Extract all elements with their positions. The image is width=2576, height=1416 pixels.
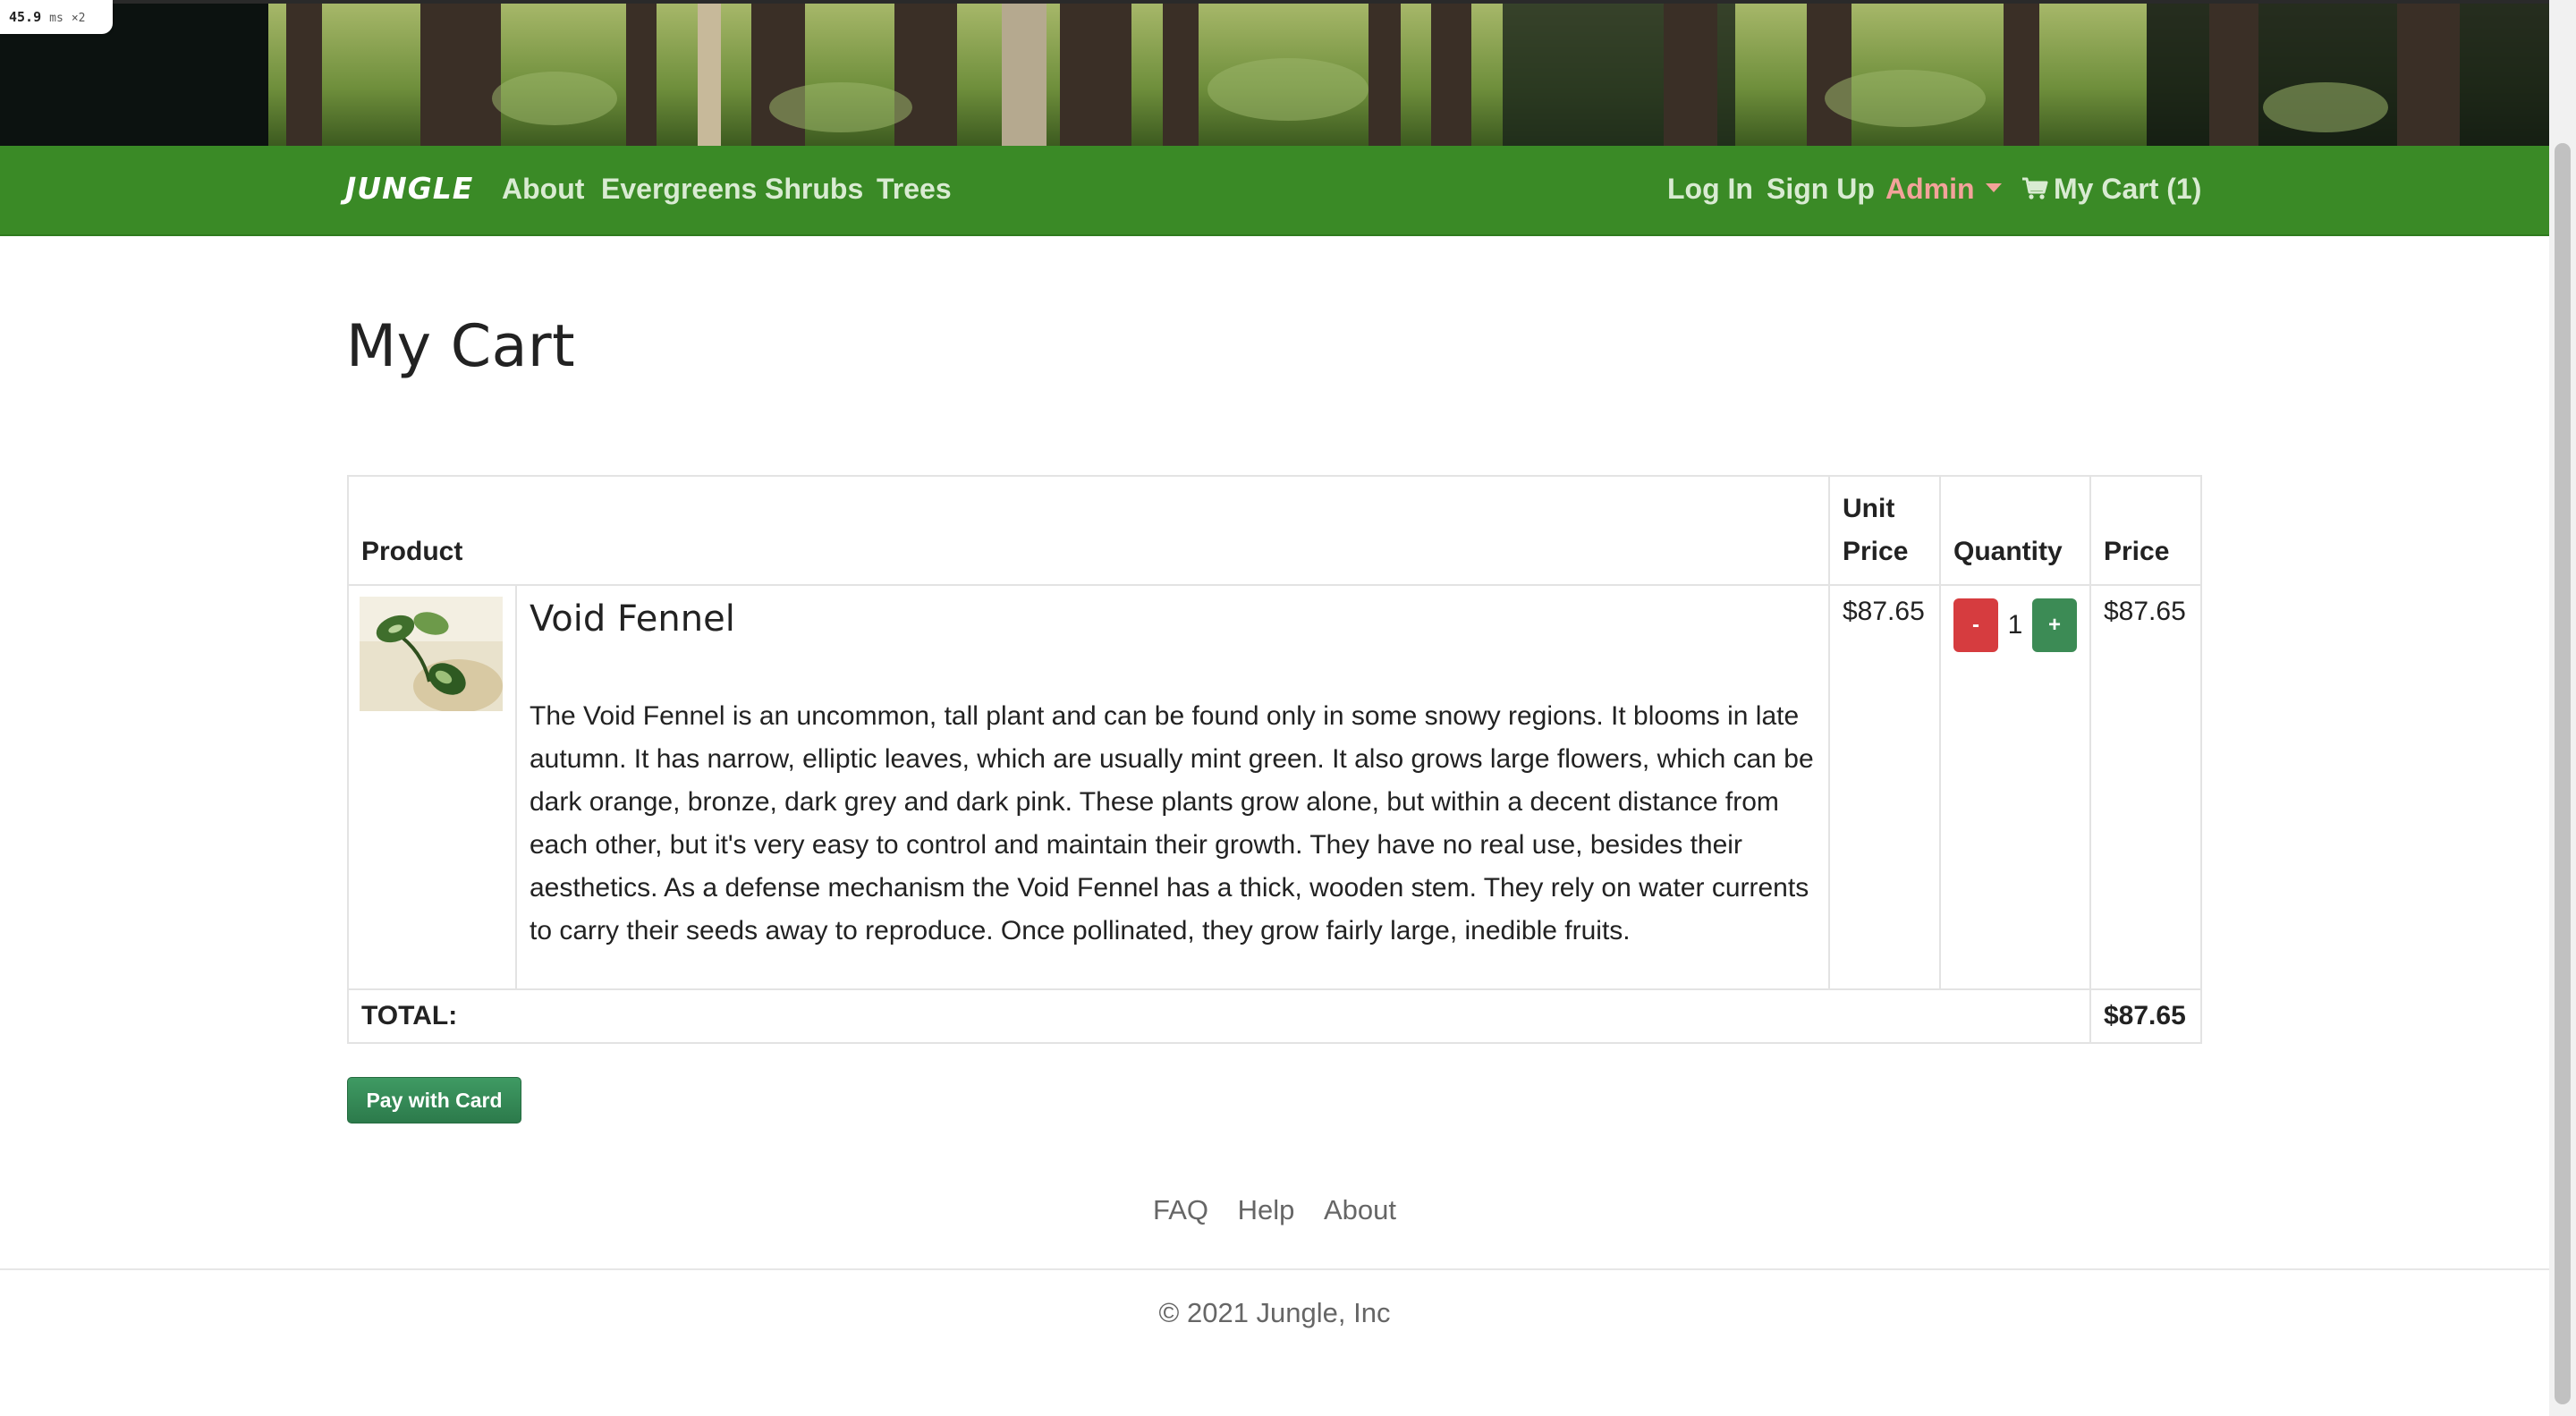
nav-link-signup[interactable]: Sign Up — [1767, 173, 1875, 206]
scrollbar-track[interactable] — [2549, 0, 2576, 1416]
footer-links: FAQ Help About — [0, 1194, 2549, 1226]
perf-badge: 45.9 ms ×2 — [0, 0, 113, 34]
total-label: TOTAL: — [347, 988, 2091, 1044]
scrollbar-thumb[interactable] — [2555, 143, 2571, 1404]
nav-cart-label: My Cart (1) — [2054, 173, 2202, 205]
navbar: JUNGLE About Evergreens Shrubs Trees Log… — [0, 146, 2549, 236]
cart-table-header-row: Product Unit Price Quantity Price — [347, 475, 2202, 586]
copyright-text: © 2021 Jungle, Inc — [1158, 1297, 1391, 1328]
nav-link-evergreens[interactable]: Evergreens — [601, 173, 757, 206]
product-image-cell — [347, 584, 517, 990]
table-row: Void Fennel The Void Fennel is an uncomm… — [347, 584, 2202, 990]
product-thumbnail-image[interactable] — [360, 597, 503, 711]
product-name[interactable]: Void Fennel — [530, 597, 1816, 641]
hero-banner-image — [0, 0, 2549, 146]
product-description: The Void Fennel is an uncommon, tall pla… — [530, 701, 1814, 945]
decrease-quantity-button[interactable]: - — [1953, 598, 1998, 652]
nav-link-shrubs[interactable]: Shrubs — [765, 173, 863, 206]
footer-link-help[interactable]: Help — [1238, 1194, 1295, 1225]
total-row: TOTAL: $87.65 — [347, 988, 2202, 1044]
total-value: $87.65 — [2089, 988, 2202, 1044]
caret-down-icon — [1985, 182, 2002, 192]
nav-link-trees[interactable]: Trees — [877, 173, 952, 206]
nav-admin-label: Admin — [1885, 173, 1975, 205]
unit-price-cell: $87.65 — [1828, 584, 1941, 990]
footer-link-faq[interactable]: FAQ — [1153, 1194, 1208, 1225]
perf-value: 45.9 — [9, 9, 42, 25]
quantity-cell: - 1 + — [1939, 584, 2091, 990]
increase-quantity-button[interactable]: + — [2032, 598, 2077, 652]
nav-admin-dropdown[interactable]: Admin — [1885, 173, 2002, 206]
line-price-cell: $87.65 — [2089, 584, 2202, 990]
quantity-stepper: - 1 + — [1953, 598, 2077, 652]
page-title: My Cart — [346, 313, 576, 380]
pay-with-card-button[interactable]: Pay with Card — [347, 1077, 521, 1123]
quantity-value: 1 — [2007, 610, 2023, 640]
footer-link-about[interactable]: About — [1324, 1194, 1396, 1225]
footer-divider — [0, 1268, 2549, 1270]
brand-logo[interactable]: JUNGLE — [345, 171, 473, 206]
nav-link-cart[interactable]: My Cart (1) — [2021, 173, 2201, 206]
shopping-cart-icon — [2022, 177, 2048, 199]
forest-illustration — [0, 0, 2549, 146]
product-details-cell: Void Fennel The Void Fennel is an uncomm… — [515, 584, 1830, 990]
perf-mult: ×2 — [71, 12, 86, 25]
header-quantity: Quantity — [1939, 475, 2091, 586]
nav-link-login[interactable]: Log In — [1667, 173, 1753, 206]
header-product: Product — [347, 475, 1830, 586]
perf-unit: ms — [49, 12, 64, 25]
cart-table: Product Unit Price Quantity Price Void F… — [347, 475, 2202, 1044]
header-unit-price: Unit Price — [1828, 475, 1941, 586]
nav-link-about[interactable]: About — [502, 173, 584, 206]
header-price: Price — [2089, 475, 2202, 586]
